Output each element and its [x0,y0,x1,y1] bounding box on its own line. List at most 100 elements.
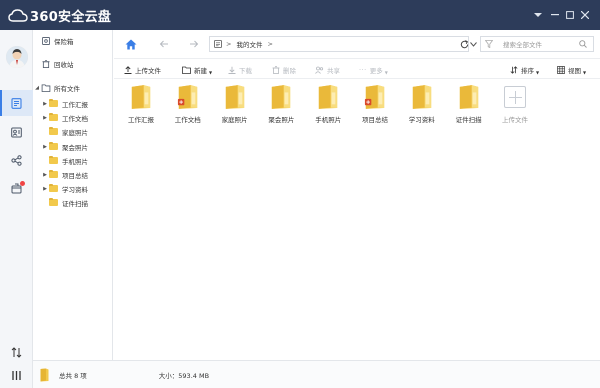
expand-arrow-icon[interactable]: ▶ [41,101,49,107]
folder-tile[interactable]: 家庭照片 [212,84,258,130]
file-grid: 工作汇报 工作文档 家庭照片 聚会照片 手机照片 项目总结 学习资料 证件扫描 上传文件 [114,80,600,360]
app-logo: 360安全云盘 [8,6,111,25]
tree-folder-item[interactable]: ▶ 学习资料 [33,182,113,196]
tree-item-safe[interactable]: 保险箱 [33,34,113,48]
folder-icon [49,155,59,165]
new-folder-icon [182,66,191,74]
title-bar: 360安全云盘 [0,0,600,30]
folder-tile-label: 工作汇报 [128,116,154,124]
folder-icon [131,85,151,109]
folder-tree: 保险箱 回收站 ◢ 所有文件 ▶ 工作汇报 ▶ 工作文档 家庭照片 ▶ 聚会照片 手机照片 ▶ 项… [33,30,113,360]
folder-tile[interactable]: 项目总结 [352,84,398,130]
rail-files-button[interactable] [0,90,33,116]
tree-folder-label: 工作文档 [62,115,88,124]
more-dots-icon: ··· [359,65,367,74]
tree-folder-item[interactable]: 证件扫描 [33,196,113,210]
tree-folder-item[interactable]: ▶ 项目总结 [33,168,113,182]
avatar[interactable] [6,46,28,68]
folder-icon [49,198,59,207]
maximize-button[interactable] [563,9,577,21]
refresh-button[interactable] [457,37,471,51]
folder-tile-label: 聚会照片 [268,116,295,124]
menu-dropdown-icon[interactable] [531,9,545,21]
expand-arrow-icon[interactable]: ▶ [41,186,49,192]
search-box[interactable]: 搜索全部文件 [480,36,594,52]
new-button[interactable]: 新建 ▼ [182,64,212,75]
download-icon [228,66,236,74]
breadcrumb-sep: > [226,40,232,48]
folder-tile[interactable]: 手机照片 [305,84,351,130]
search-input[interactable]: 搜索全部文件 [503,39,579,49]
breadcrumb-root[interactable]: 我的文件 [236,39,262,49]
tree-folder-item[interactable]: ▶ 工作汇报 [33,97,113,111]
filter-icon[interactable] [485,40,493,48]
tree-folder-label: 家庭照片 [62,129,88,138]
tree-folder-item[interactable]: 手机照片 [33,154,113,168]
tree-folder-label: 证件扫描 [62,200,88,209]
tree-item-recycle[interactable]: 回收站 [33,57,113,71]
tree-folder-item[interactable]: ▶ 聚会照片 [33,140,113,154]
dropdown-caret-icon: ▼ [583,70,587,75]
dropdown-caret-icon: ▼ [209,70,213,75]
folder-tile-label: 工作文档 [174,116,201,124]
sort-button[interactable]: 排序 ▼ [510,64,539,75]
download-button[interactable]: 下载 [228,64,252,75]
folder-icon [49,141,59,151]
folder-icon [319,85,338,109]
more-button[interactable]: ··· 更多 ▼ [359,64,388,76]
folder-icon [177,85,197,109]
minimize-button[interactable] [548,9,562,21]
home-button[interactable] [124,37,138,51]
rail-contacts-button[interactable] [0,119,33,145]
close-button[interactable] [578,9,592,21]
breadcrumb[interactable]: > 我的文件 > [209,36,469,52]
sort-icon [510,65,518,74]
expand-arrow-icon[interactable]: ▶ [41,115,49,121]
back-button[interactable] [157,37,171,51]
tree-folder-label: 手机照片 [62,157,88,166]
folder-tile[interactable]: 聚会照片 [258,84,304,130]
folder-tile[interactable]: 工作文档 [165,84,211,130]
rail-box-button[interactable] [0,175,33,201]
share-icon [11,154,22,166]
folder-icon [225,85,244,109]
dropdown-caret-icon: ▼ [536,70,540,75]
share-button[interactable]: 共享 [315,64,340,75]
tree-folder-label: 聚会照片 [62,143,88,152]
folder-tile-label: 学习资料 [408,116,435,124]
trash-icon [42,60,50,68]
tree-folder-item[interactable]: 家庭照片 [33,125,113,139]
upload-button[interactable]: 上传文件 [124,64,161,75]
rail-share-button[interactable] [0,147,33,173]
transfer-icon [11,346,22,358]
toolbar: 上传文件 新建 ▼ 下载 删除 共享 ··· 更多 ▼ 排序 ▼ 视图 ▼ [114,59,600,79]
upload-tile[interactable]: 上传文件 [492,84,538,130]
view-button[interactable]: 视图 ▼ [557,64,586,75]
folder-icon [49,113,59,122]
folder-icon [364,85,385,109]
forward-button[interactable] [187,37,201,51]
folder-tile[interactable]: 证件扫描 [446,84,492,130]
view-label: 视图 [568,66,581,75]
delete-button[interactable]: 删除 [272,64,296,75]
refresh-icon [460,39,468,48]
status-bar: 总共 8 项 大小：593.4 MB [33,360,600,388]
rail-menu-button[interactable] [0,362,33,388]
left-rail [0,30,33,388]
delete-label: 删除 [283,66,296,75]
more-label: 更多 [369,66,383,75]
expand-arrow-icon[interactable]: ▶ [41,144,49,150]
search-icon[interactable] [579,40,587,48]
folder-tile-label: 手机照片 [315,116,342,124]
upload-tile-label: 上传文件 [502,116,528,124]
tree-folder-item[interactable]: ▶ 工作文档 [33,111,113,125]
contacts-icon [11,127,22,137]
tree-folder-label: 项目总结 [62,172,88,180]
expand-arrow-icon[interactable]: ▶ [41,172,49,178]
folder-icon [49,170,59,179]
tree-item-all-files[interactable]: ◢ 所有文件 [33,81,113,95]
folder-tile[interactable]: 工作汇报 [118,84,164,130]
folder-tile[interactable]: 学习资料 [399,84,445,130]
folder-tile-label: 证件扫描 [455,116,482,124]
expanded-arrow-icon[interactable]: ◢ [33,85,41,91]
